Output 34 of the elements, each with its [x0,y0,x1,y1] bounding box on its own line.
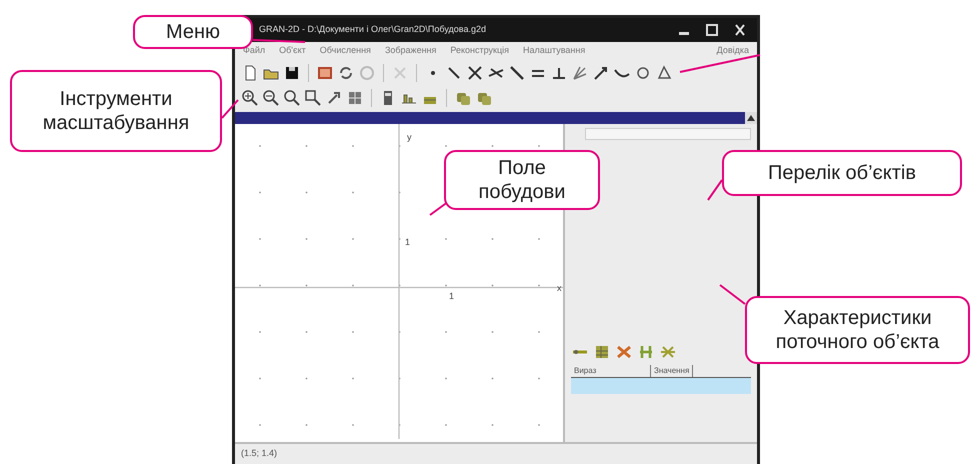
leader-line [719,284,746,305]
leader-line [252,39,306,43]
callout-label: Інструменти масштабування [10,70,222,152]
object-list-field[interactable] [585,128,751,140]
zoom-out-icon[interactable] [262,88,280,106]
menu-item[interactable]: Обчислення [320,44,371,58]
cross-lines-icon[interactable] [466,64,484,82]
split-icon[interactable] [637,343,655,361]
scroll-up-icon[interactable] [747,115,755,121]
column-header[interactable]: Значення [651,365,694,377]
status-text: (1.5; 1.4) [241,447,278,460]
callout-label: Меню [133,15,253,49]
line-icon[interactable] [508,64,526,82]
menu-item[interactable]: Реконструкція [450,44,510,58]
zoom-fit-icon[interactable] [304,88,322,106]
window-title: GRAN-2D - D:\Документи і Олег\Gran2D\Побудова.g2d [259,23,487,36]
zoom-icon[interactable] [283,88,301,106]
polygon-icon[interactable] [655,64,673,82]
leader-line [707,179,723,201]
callout-label: Перелік об’єктів [722,150,962,196]
grid-table-icon[interactable] [593,343,611,361]
axis-label: x [557,283,562,293]
menu-item[interactable]: Зображення [384,44,436,58]
menu-item[interactable]: Налаштування [523,44,586,58]
zoom-in-icon[interactable] [241,88,259,106]
callout-label: Характеристики поточного об’єкта [745,296,970,364]
axis-label: 1 [405,237,410,247]
axis-label: y [407,132,412,142]
menu-item[interactable]: Довідка [716,44,749,58]
menu-item[interactable]: Об'єкт [279,44,306,58]
leader-line [221,99,239,119]
axis-label: 1 [449,291,454,301]
callout-label: Поле побудови [444,150,600,210]
column-header[interactable]: Вираз [571,365,651,377]
